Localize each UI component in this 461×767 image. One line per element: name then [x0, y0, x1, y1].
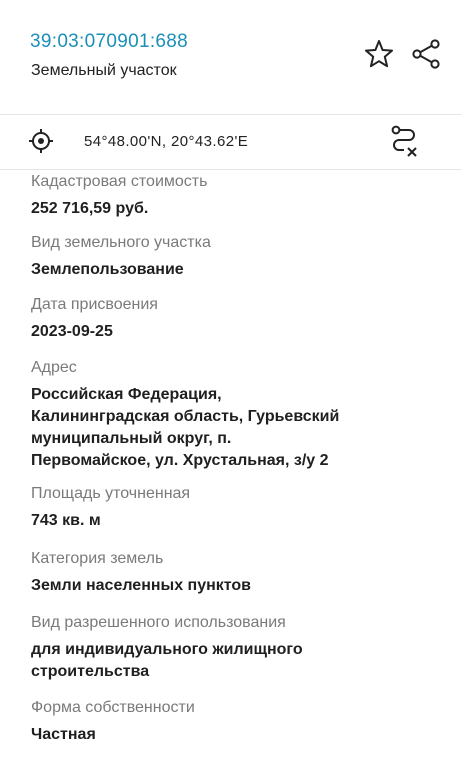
field-permitted-use: Вид разрешенного использования для индив…: [31, 612, 431, 683]
favorite-button[interactable]: [362, 37, 396, 71]
field-value: 2023-09-25: [31, 323, 113, 340]
field-cadastral-value: Кадастровая стоимость 252 716,59 руб.: [31, 171, 431, 220]
object-header: 39:03:070901:688 Земельный участок: [0, 0, 461, 115]
route-button[interactable]: [387, 124, 421, 158]
field-value: Частная: [31, 726, 96, 743]
object-type: Земельный участок: [31, 62, 177, 79]
field-value-multiline: Российская Федерация, Калининградская об…: [31, 384, 431, 472]
field-value-multiline: для индивидуального жилищного строительс…: [31, 639, 431, 683]
coordinates-text[interactable]: 54°48.00'N, 20°43.62'E: [84, 133, 248, 150]
field-land-type: Вид земельного участка Землепользование: [31, 232, 431, 281]
share-button[interactable]: [409, 37, 443, 71]
share-icon: [412, 39, 440, 69]
field-value: Землепользование: [31, 261, 184, 278]
locate-button[interactable]: [24, 124, 58, 158]
field-land-category: Категория земель Земли населенных пункто…: [31, 548, 431, 597]
crosshair-icon: [29, 129, 53, 153]
field-label: Дата присвоения: [31, 296, 158, 313]
field-label: Форма собственности: [31, 699, 195, 716]
field-label: Адрес: [31, 359, 77, 376]
field-label: Кадастровая стоимость: [31, 173, 208, 190]
field-label: Площадь уточненная: [31, 485, 191, 502]
cadastral-number[interactable]: 39:03:070901:688: [30, 31, 188, 53]
field-value: 252 716,59 руб.: [31, 200, 149, 217]
field-ownership-form: Форма собственности Частная: [31, 697, 431, 746]
field-label: Категория земель: [31, 550, 164, 567]
field-address: Адрес Российская Федерация, Калининградс…: [31, 357, 431, 472]
address-line: муниципальный округ, п.: [31, 430, 232, 447]
field-assignment-date: Дата присвоения 2023-09-25: [31, 294, 431, 343]
field-value: 743 кв. м: [31, 512, 101, 529]
address-line: Калининградская область, Гурьевский: [31, 408, 340, 425]
field-area: Площадь уточненная 743 кв. м: [31, 483, 431, 532]
permitted-use-line: строительства: [31, 663, 150, 680]
address-line: Российская Федерация,: [31, 386, 222, 403]
field-value: Земли населенных пунктов: [31, 577, 252, 594]
coordinates-bar: 54°48.00'N, 20°43.62'E: [0, 114, 461, 170]
field-label: Вид земельного участка: [31, 234, 211, 251]
route-clear-icon: [391, 125, 417, 157]
field-label: Вид разрешенного использования: [31, 614, 286, 631]
permitted-use-line: для индивидуального жилищного: [31, 641, 303, 658]
star-outline-icon: [365, 40, 393, 68]
address-line: Первомайское, ул. Хрустальная, з/у 2: [31, 452, 329, 469]
